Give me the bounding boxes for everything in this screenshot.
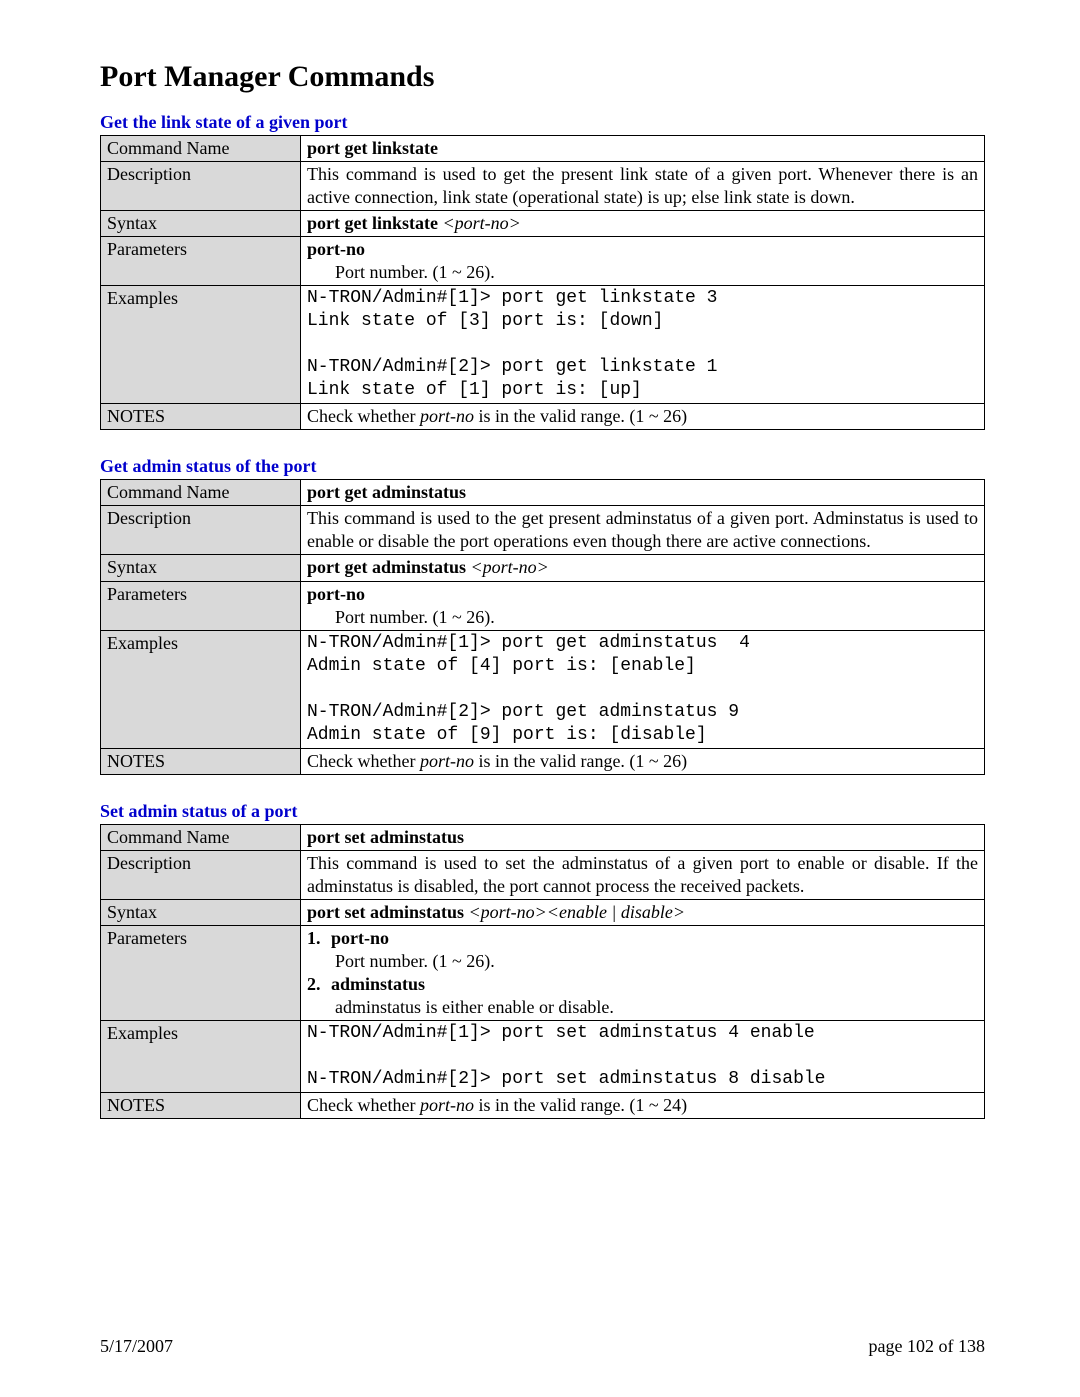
notes-em: port-no: [420, 1095, 474, 1115]
row-label: Parameters: [101, 925, 301, 1020]
notes-value: Check whether port-no is in the valid ra…: [301, 748, 985, 774]
notes-pre: Check whether: [307, 751, 420, 771]
row-label: NOTES: [101, 404, 301, 430]
command-name-value: port get linkstate: [301, 136, 985, 162]
examples-value: N-TRON/Admin#[1]> port get adminstatus 4…: [301, 630, 985, 748]
param-num: 2.: [307, 973, 331, 996]
param-desc: Port number. (1 ~ 26).: [307, 950, 978, 973]
syntax-value: port get linkstate <port-no>: [301, 211, 985, 237]
footer-page: page 102 of 138: [869, 1336, 985, 1357]
syntax-prefix: port get adminstatus: [307, 557, 471, 577]
description-value: This command is used to get the present …: [301, 162, 985, 211]
notes-pre: Check whether: [307, 406, 420, 426]
syntax-prefix: port set adminstatus: [307, 902, 469, 922]
syntax-value: port get adminstatus <port-no>: [301, 555, 985, 581]
page-title: Port Manager Commands: [100, 60, 985, 94]
param-desc: adminstatus is either enable or disable.: [307, 996, 978, 1019]
param-desc: Port number. (1 ~ 26).: [307, 261, 978, 284]
row-label: Description: [101, 506, 301, 555]
param-term: port-no: [331, 928, 389, 948]
command-table-2: Command Name port get adminstatus Descri…: [100, 479, 985, 774]
examples-value: N-TRON/Admin#[1]> port get linkstate 3 L…: [301, 286, 985, 404]
notes-em: port-no: [420, 406, 474, 426]
notes-value: Check whether port-no is in the valid ra…: [301, 404, 985, 430]
syntax-arg: <port-no><enable | disable>: [469, 902, 686, 922]
row-label: NOTES: [101, 1093, 301, 1119]
row-label: NOTES: [101, 748, 301, 774]
row-label: Syntax: [101, 899, 301, 925]
row-label: Parameters: [101, 581, 301, 630]
param-name: port-no: [307, 239, 365, 259]
row-label: Parameters: [101, 237, 301, 286]
description-value: This command is used to the get present …: [301, 506, 985, 555]
command-table-3: Command Name port set adminstatus Descri…: [100, 824, 985, 1119]
param-num: 1.: [307, 927, 331, 950]
notes-post: is in the valid range. (1 ~ 24): [474, 1095, 687, 1115]
notes-post: is in the valid range. (1 ~ 26): [474, 751, 687, 771]
parameters-value: port-no Port number. (1 ~ 26).: [301, 581, 985, 630]
footer-date: 5/17/2007: [100, 1336, 173, 1357]
examples-value: N-TRON/Admin#[1]> port set adminstatus 4…: [301, 1021, 985, 1093]
syntax-value: port set adminstatus <port-no><enable | …: [301, 899, 985, 925]
row-label: Syntax: [101, 211, 301, 237]
document-page: Port Manager Commands Get the link state…: [0, 0, 1080, 1397]
notes-post: is in the valid range. (1 ~ 26): [474, 406, 687, 426]
row-label: Examples: [101, 1021, 301, 1093]
command-name-value: port set adminstatus: [301, 824, 985, 850]
param-term: adminstatus: [331, 974, 425, 994]
syntax-arg: <port-no>: [442, 213, 520, 233]
notes-em: port-no: [420, 751, 474, 771]
page-footer: 5/17/2007 page 102 of 138: [100, 1336, 985, 1357]
parameters-value: 1.port-no Port number. (1 ~ 26). 2.admin…: [301, 925, 985, 1020]
row-label: Syntax: [101, 555, 301, 581]
row-label: Description: [101, 850, 301, 899]
row-label: Command Name: [101, 136, 301, 162]
syntax-arg: <port-no>: [471, 557, 549, 577]
param-desc: Port number. (1 ~ 26).: [307, 606, 978, 629]
section-heading-1[interactable]: Get the link state of a given port: [100, 112, 985, 133]
parameters-value: port-no Port number. (1 ~ 26).: [301, 237, 985, 286]
row-label: Examples: [101, 286, 301, 404]
section-heading-3[interactable]: Set admin status of a port: [100, 801, 985, 822]
command-name-value: port get adminstatus: [301, 480, 985, 506]
row-label: Command Name: [101, 824, 301, 850]
notes-pre: Check whether: [307, 1095, 420, 1115]
row-label: Description: [101, 162, 301, 211]
section-heading-2[interactable]: Get admin status of the port: [100, 456, 985, 477]
row-label: Command Name: [101, 480, 301, 506]
row-label: Examples: [101, 630, 301, 748]
notes-value: Check whether port-no is in the valid ra…: [301, 1093, 985, 1119]
syntax-prefix: port get linkstate: [307, 213, 442, 233]
description-value: This command is used to set the adminsta…: [301, 850, 985, 899]
param-name: port-no: [307, 584, 365, 604]
command-table-1: Command Name port get linkstate Descript…: [100, 135, 985, 430]
